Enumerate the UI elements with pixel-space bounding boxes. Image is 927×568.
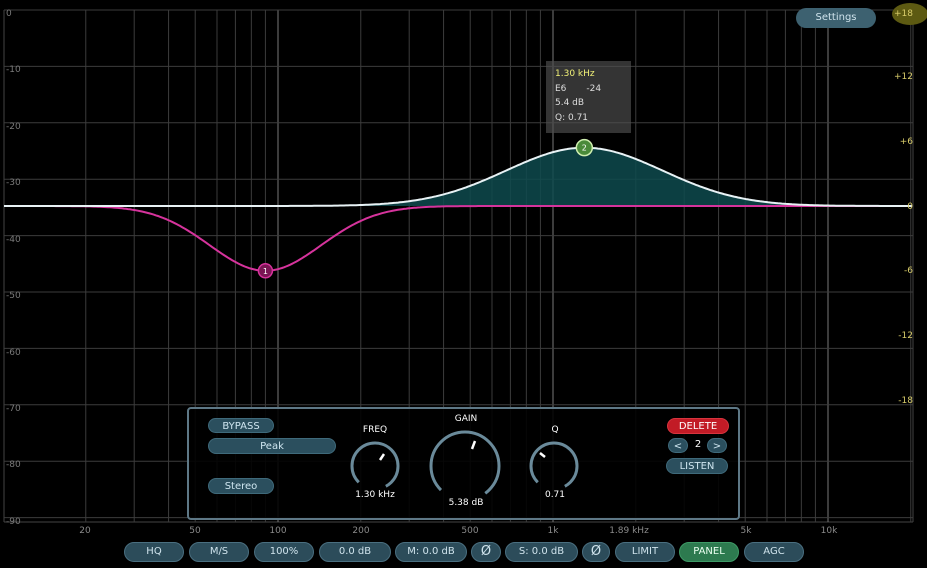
axis-label: -70 <box>6 404 21 414</box>
axis-label: -30 <box>6 178 21 188</box>
next-band-button[interactable]: > <box>707 438 727 453</box>
band-editor-panel: BYPASS Peak Stereo FREQ 1.30 kHz GAIN 5.… <box>187 407 740 520</box>
tooltip-cents: -24 <box>586 83 602 94</box>
gain-axis-label: +12 <box>894 72 913 82</box>
mid-side-button[interactable]: M/S <box>189 542 249 562</box>
freq-axis-label: 5k <box>740 526 752 536</box>
axis-label: -20 <box>6 122 21 132</box>
band-1-curve <box>4 205 912 272</box>
axis-label: -80 <box>6 460 21 470</box>
side-gain-button[interactable]: S: 0.0 dB <box>505 542 578 562</box>
axis-label: 0 <box>6 9 12 19</box>
freq-knob-value: 1.30 kHz <box>355 490 395 500</box>
freq-knob-label: FREQ <box>362 425 388 435</box>
freq-axis-label: 100 <box>269 526 287 536</box>
band-2-fill <box>4 147 913 206</box>
gain-knob-label: GAIN <box>454 414 478 424</box>
settings-button[interactable]: Settings <box>796 8 876 28</box>
hq-button[interactable]: HQ <box>124 542 184 562</box>
q-knob-label: Q <box>551 425 559 435</box>
band-tooltip: 1.30 kHz E6 -24 5.4 dB Q: 0.71 <box>546 61 631 133</box>
band-1-number: 1 <box>263 267 268 276</box>
tooltip-note: E6 <box>555 83 567 94</box>
freq-axis-label: 1k <box>547 526 559 536</box>
freq-axis-label: 20 <box>79 526 91 536</box>
axis-label: -50 <box>6 291 21 301</box>
axis-label: -60 <box>6 348 21 358</box>
agc-button[interactable]: AGC <box>744 542 804 562</box>
band-2-handle[interactable]: 2 <box>575 138 594 157</box>
gain-axis-label: -6 <box>904 266 913 276</box>
freq-knob[interactable] <box>349 440 401 492</box>
gain-axis-label: -12 <box>898 331 913 341</box>
freq-axis-label: 200 <box>352 526 370 536</box>
mid-gain-button[interactable]: M: 0.0 dB <box>395 542 467 562</box>
axis-label: -90 <box>6 517 21 527</box>
freq-axis-label: 50 <box>189 526 201 536</box>
axis-label: -40 <box>6 235 21 245</box>
band-1-handle[interactable]: 1 <box>257 263 274 279</box>
panel-button[interactable]: PANEL <box>679 542 739 562</box>
delete-band-button[interactable]: DELETE <box>667 418 729 434</box>
channel-select[interactable]: Stereo <box>208 478 274 494</box>
gain-axis-label: -18 <box>898 396 913 406</box>
gain-axis-label: +18 <box>894 9 913 19</box>
limit-button[interactable]: LIMIT <box>615 542 675 562</box>
freq-axis-label: 10k <box>820 526 838 536</box>
q-knob-value: 0.71 <box>544 490 566 500</box>
band-2-number: 2 <box>582 144 587 153</box>
tooltip-gain: 5.4 dB <box>555 98 585 108</box>
q-knob[interactable] <box>528 440 580 492</box>
mid-phase-invert-button[interactable]: Ø <box>471 542 501 562</box>
axis-label: -10 <box>6 65 21 75</box>
cursor-frequency-readout: 1.89 kHz <box>609 526 649 536</box>
side-phase-invert-button[interactable]: Ø <box>582 542 610 562</box>
prev-band-button[interactable]: < <box>668 438 688 453</box>
gain-knob-value: 5.38 dB <box>448 498 484 508</box>
zoom-button[interactable]: 100% <box>254 542 314 562</box>
band-number: 2 <box>694 439 702 450</box>
gain-knob[interactable] <box>428 429 502 503</box>
tooltip-note-row: E6 -24 <box>555 82 631 97</box>
output-gain-button[interactable]: 0.0 dB <box>319 542 391 562</box>
tooltip-frequency: 1.30 kHz <box>555 69 595 79</box>
gain-axis-label: +6 <box>899 137 913 147</box>
filter-type-select[interactable]: Peak <box>208 438 336 454</box>
gain-axis-label: 0 <box>907 202 913 212</box>
freq-axis-label: 500 <box>461 526 479 536</box>
tooltip-q: Q: 0.71 <box>555 112 589 123</box>
bypass-button[interactable]: BYPASS <box>208 418 274 433</box>
listen-button[interactable]: LISTEN <box>666 458 728 474</box>
